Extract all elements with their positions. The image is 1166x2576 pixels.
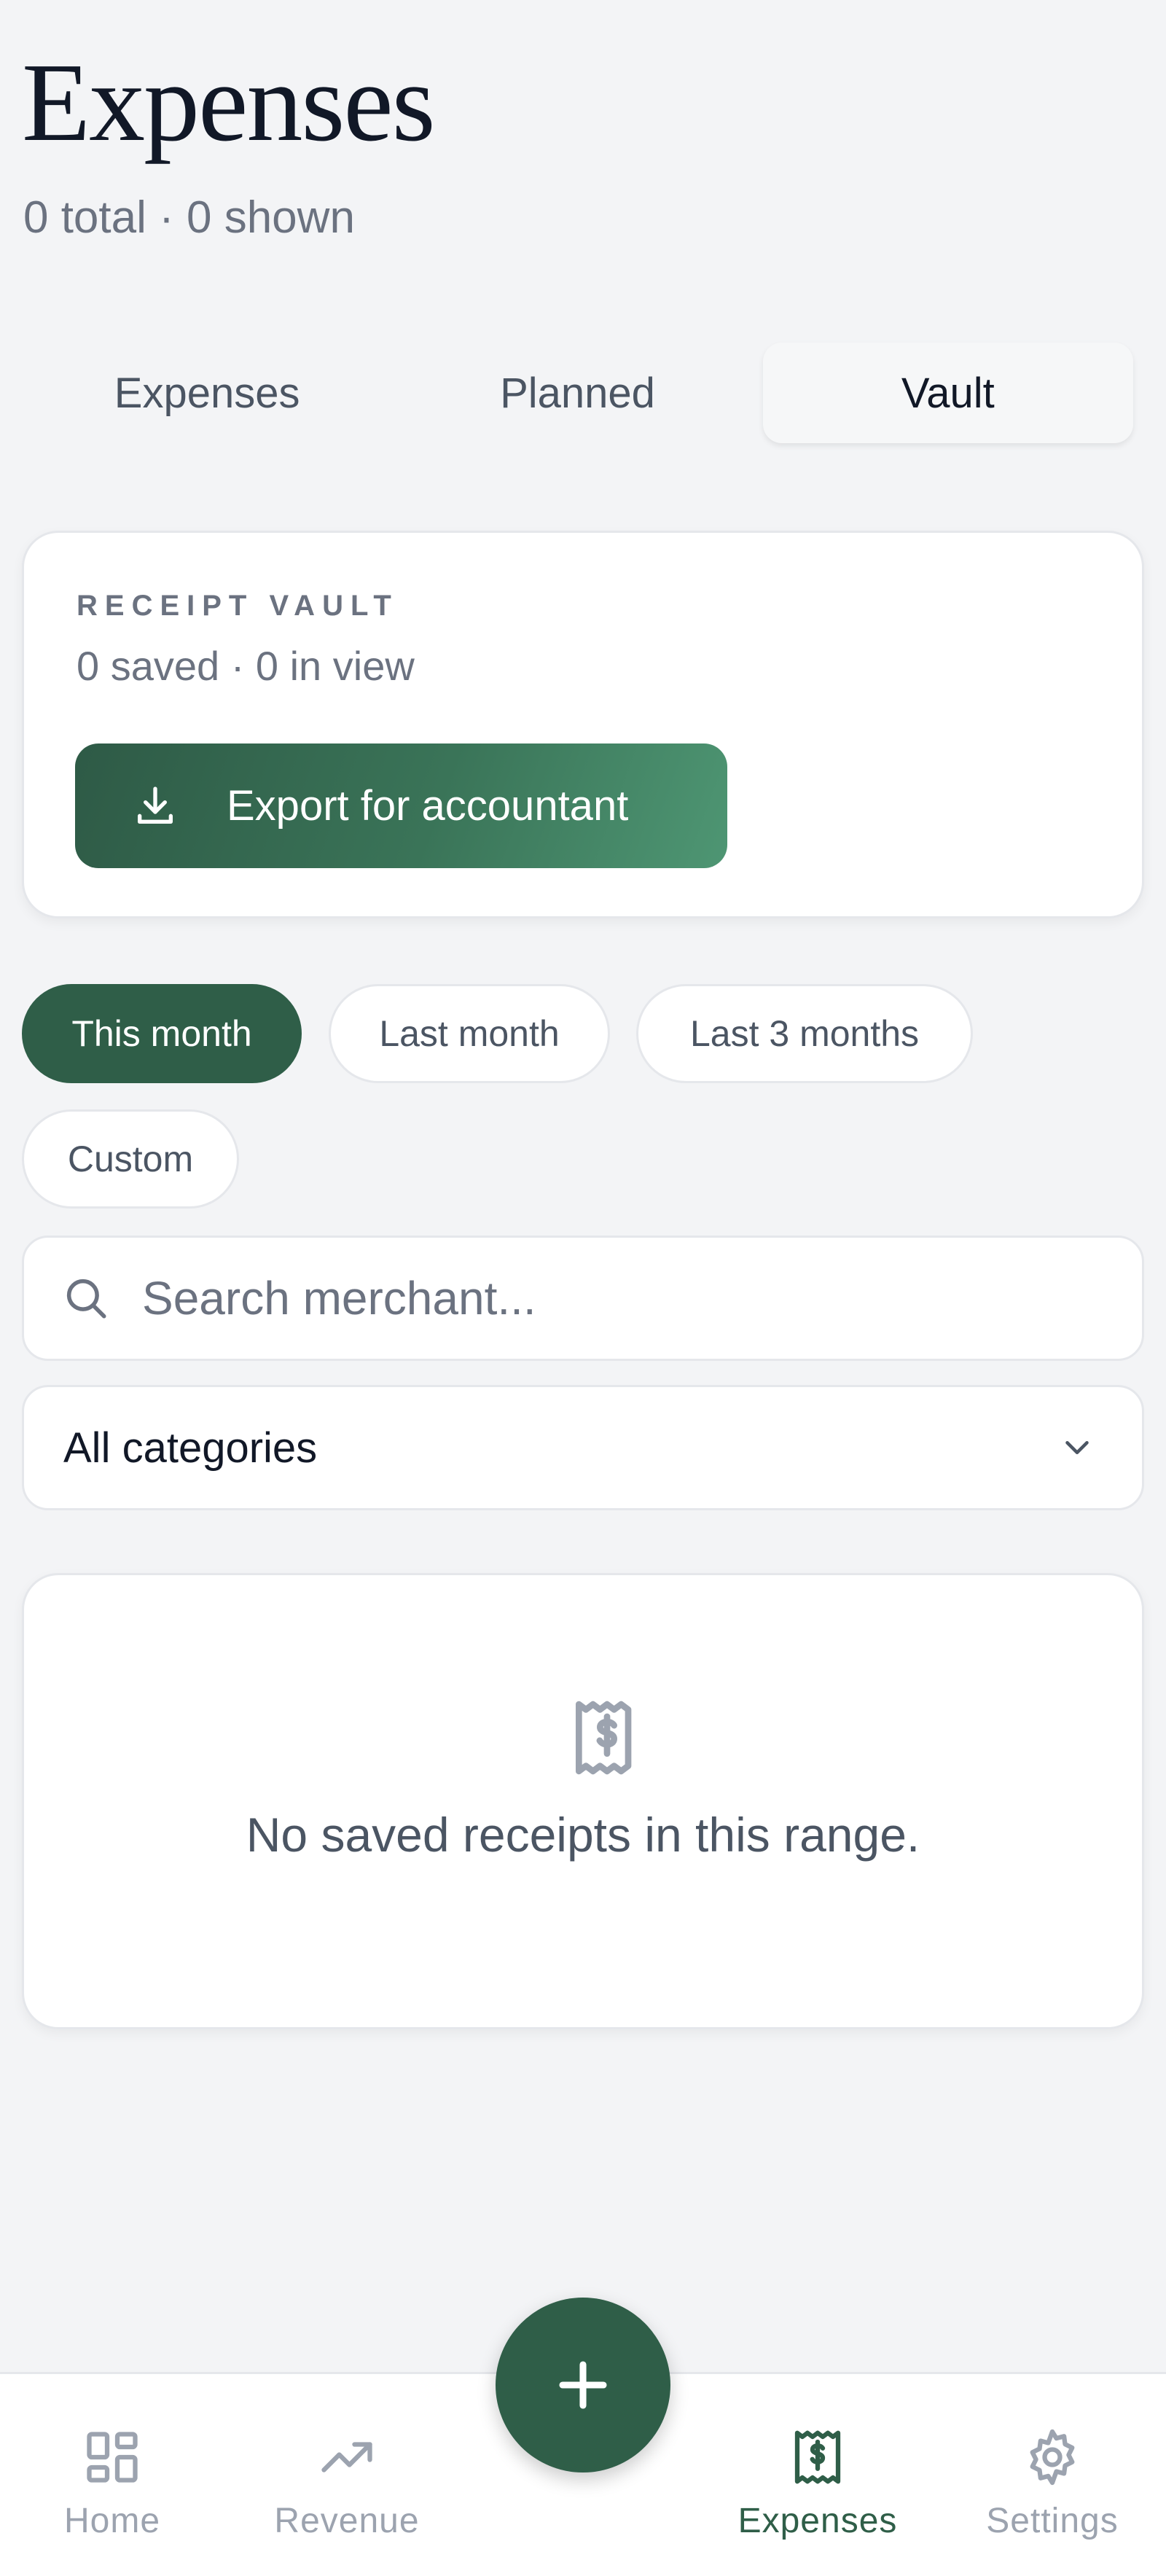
tab-planned[interactable]: Planned [392,343,762,443]
range-custom[interactable]: Custom [22,1109,239,1209]
nav-item-home[interactable]: Home [3,2427,222,2541]
category-select[interactable]: All categories [22,1385,1144,1510]
page-subtitle: 0 total · 0 shown [23,192,355,243]
nav-label-expenses: Expenses [737,2502,898,2540]
search-icon [66,1279,106,1319]
receipt-icon [794,2430,841,2484]
export-button-label: Export for accountant [227,782,629,830]
nav-label-revenue: Revenue [274,2502,420,2540]
range-last-month[interactable]: Last month [329,984,610,1083]
view-tabs: Expenses Planned Vault [22,343,1133,443]
nav-item-settings[interactable]: Settings [943,2427,1162,2541]
search-input[interactable] [141,1271,1088,1326]
download-icon [138,786,173,824]
gear-icon [1030,2429,1075,2486]
nav-label-home: Home [63,2502,161,2540]
nav-label-settings: Settings [986,2502,1119,2540]
tab-expenses[interactable]: Expenses [22,343,392,443]
plus-icon [559,2361,607,2409]
trending-up-icon [321,2442,372,2472]
chevron-down-icon [1065,1441,1089,1454]
receipt-vault-card: RECEIPT VAULT 0 saved · 0 in view Export… [22,531,1144,918]
export-button[interactable]: Export for accountant [75,743,727,868]
empty-state-message: No saved receipts in this range. [246,1808,920,1862]
tab-vault[interactable]: Vault [762,343,1133,443]
page-title: Expenses [22,41,436,165]
receipt-icon [575,1701,632,1775]
vault-count: 0 saved · 0 in view [77,643,415,689]
nav-item-expenses[interactable]: Expenses [708,2427,927,2541]
range-this-month[interactable]: This month [22,984,302,1083]
empty-state-card: No saved receipts in this range. [22,1573,1144,2029]
vault-label: RECEIPT VAULT [77,590,399,622]
add-expense-button[interactable] [496,2298,670,2472]
nav-item-revenue[interactable]: Revenue [238,2427,456,2541]
range-last-3-months[interactable]: Last 3 months [636,984,973,1083]
search-box [22,1236,1144,1361]
category-select-value: All categories [63,1424,318,1472]
grid-icon [87,2432,138,2483]
